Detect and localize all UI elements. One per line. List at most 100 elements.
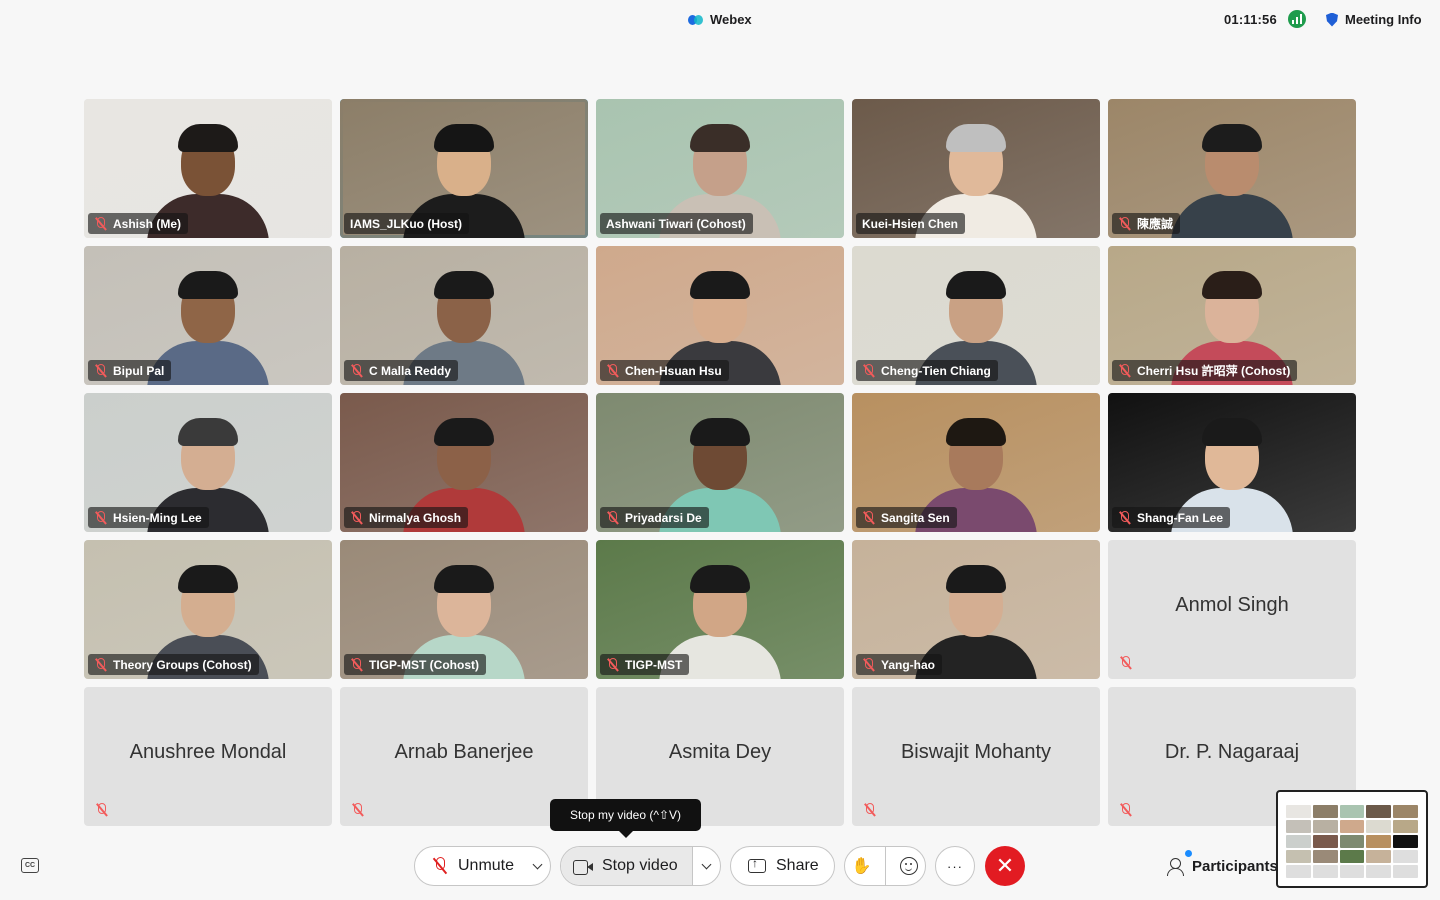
leave-meeting-button[interactable]: ✕ bbox=[985, 846, 1025, 886]
participant-name: TIGP-MST bbox=[625, 657, 683, 672]
mini-tile bbox=[1312, 835, 1338, 848]
participant-name-label: Yang-hao bbox=[856, 654, 943, 675]
participant-tile[interactable]: Chen-Hsuan Hsu bbox=[596, 246, 844, 385]
mic-off-icon bbox=[606, 510, 619, 525]
participant-name-label: IAMS_JLKuo (Host) bbox=[344, 213, 469, 234]
participant-name: Anmol Singh bbox=[1175, 594, 1289, 616]
participant-name: Biswajit Mohanty bbox=[900, 741, 1052, 763]
participant-name-label: Hsien-Ming Lee bbox=[88, 507, 209, 528]
share-screen-icon bbox=[748, 856, 766, 873]
mini-tile bbox=[1312, 865, 1338, 878]
participant-name: Sangita Sen bbox=[881, 510, 950, 525]
participant-name: Dr. P. Nagaraaj bbox=[1164, 741, 1300, 763]
mini-tile bbox=[1393, 865, 1418, 878]
participant-name-label: Theory Groups (Cohost) bbox=[88, 654, 259, 675]
mini-tile bbox=[1339, 865, 1365, 878]
mini-tile bbox=[1286, 850, 1311, 863]
mic-off-icon bbox=[94, 510, 107, 525]
video-options-dropdown[interactable] bbox=[693, 847, 720, 885]
participant-name: Cheng-Tien Chiang bbox=[881, 363, 991, 378]
participant-name: Anushree Mondal bbox=[129, 741, 287, 763]
participant-name-label: Priyadarsi De bbox=[600, 507, 709, 528]
participant-tile[interactable]: Sangita Sen bbox=[852, 393, 1100, 532]
closed-captions-icon[interactable]: CC bbox=[21, 858, 39, 873]
meeting-info-button[interactable]: Meeting Info bbox=[1326, 12, 1422, 27]
more-options-button[interactable]: ··· bbox=[935, 846, 975, 886]
participant-tile[interactable]: Yang-hao bbox=[852, 540, 1100, 679]
mini-tile bbox=[1393, 820, 1418, 833]
mini-tile bbox=[1366, 850, 1392, 863]
mini-tile bbox=[1339, 820, 1365, 833]
participant-tile[interactable]: Bipul Pal bbox=[84, 246, 332, 385]
participant-tile[interactable]: Nirmalya Ghosh bbox=[340, 393, 588, 532]
participant-tile[interactable]: 陳應誠 bbox=[1108, 99, 1356, 238]
close-icon: ✕ bbox=[995, 853, 1015, 878]
participant-tile[interactable]: Shang-Fan Lee bbox=[1108, 393, 1356, 532]
audio-options-dropdown[interactable] bbox=[524, 847, 550, 885]
participant-tile[interactable]: C Malla Reddy bbox=[340, 246, 588, 385]
participant-tile[interactable]: Anmol Singh bbox=[1108, 540, 1356, 679]
self-view-mini-grid bbox=[1286, 805, 1418, 878]
mini-tile bbox=[1339, 805, 1365, 818]
participant-name: Priyadarsi De bbox=[625, 510, 702, 525]
mic-off-icon bbox=[351, 803, 364, 817]
mic-off-icon bbox=[432, 857, 448, 875]
mic-off-icon bbox=[1118, 216, 1131, 231]
mic-off-icon bbox=[94, 363, 107, 378]
participant-tile[interactable]: Cherri Hsu 許昭萍 (Cohost) bbox=[1108, 246, 1356, 385]
stop-video-label: Stop video bbox=[602, 857, 678, 874]
share-button[interactable]: Share bbox=[730, 846, 835, 886]
raise-hand-icon[interactable]: ✋ bbox=[852, 856, 872, 876]
participant-name-label: Nirmalya Ghosh bbox=[344, 507, 469, 528]
participant-tile[interactable]: TIGP-MST bbox=[596, 540, 844, 679]
participant-name: Bipul Pal bbox=[113, 363, 165, 378]
reactions-icon[interactable] bbox=[900, 857, 919, 875]
mic-off-icon bbox=[94, 216, 107, 231]
stop-video-button[interactable]: Stop video bbox=[561, 847, 693, 885]
more-icon: ··· bbox=[947, 858, 963, 874]
participant-name: Cherri Hsu 許昭萍 (Cohost) bbox=[1137, 364, 1291, 378]
participant-name: Chen-Hsuan Hsu bbox=[625, 363, 722, 378]
participant-tile[interactable]: Ashish (Me) bbox=[84, 99, 332, 238]
participant-tile[interactable]: Theory Groups (Cohost) bbox=[84, 540, 332, 679]
mini-tile bbox=[1286, 835, 1311, 848]
participant-tile[interactable]: Kuei-Hsien Chen bbox=[852, 99, 1100, 238]
participant-tile[interactable]: TIGP-MST (Cohost) bbox=[340, 540, 588, 679]
chevron-down-icon bbox=[701, 859, 712, 869]
participant-name-label: Cherri Hsu 許昭萍 (Cohost) bbox=[1112, 360, 1298, 381]
unmute-button[interactable]: Unmute bbox=[415, 847, 524, 885]
stop-video-button-group: Stop video bbox=[560, 846, 721, 886]
participant-tile[interactable]: Ashwani Tiwari (Cohost) bbox=[596, 99, 844, 238]
participant-tile[interactable]: IAMS_JLKuo (Host) bbox=[340, 99, 588, 238]
participant-tile[interactable]: Priyadarsi De bbox=[596, 393, 844, 532]
mic-off-icon bbox=[606, 363, 619, 378]
mic-off-icon bbox=[862, 657, 875, 672]
participant-tile[interactable]: Cheng-Tien Chiang bbox=[852, 246, 1100, 385]
participants-label: Participants bbox=[1192, 857, 1278, 875]
participants-button[interactable]: Participants bbox=[1166, 852, 1278, 880]
mic-off-icon bbox=[94, 657, 107, 672]
participant-name-label: Ashish (Me) bbox=[88, 213, 189, 234]
mic-off-icon bbox=[862, 510, 875, 525]
participant-name-label: Kuei-Hsien Chen bbox=[856, 213, 966, 234]
mic-off-icon bbox=[95, 803, 108, 817]
participant-name: TIGP-MST (Cohost) bbox=[369, 657, 479, 672]
participant-tile[interactable]: Biswajit Mohanty bbox=[852, 687, 1100, 826]
participant-name: Asmita Dey bbox=[668, 741, 772, 763]
self-view-thumbnail[interactable] bbox=[1276, 790, 1428, 888]
title-bar: Webex 01:11:56 Meeting Info bbox=[0, 0, 1440, 38]
participant-tile[interactable]: Hsien-Ming Lee bbox=[84, 393, 332, 532]
unmute-label: Unmute bbox=[458, 857, 515, 874]
participant-name: Yang-hao bbox=[881, 657, 936, 672]
participant-name-label: Chen-Hsuan Hsu bbox=[600, 360, 729, 381]
chevron-down-icon bbox=[532, 859, 543, 869]
mic-off-icon bbox=[1119, 803, 1132, 817]
participant-name-label: Sangita Sen bbox=[856, 507, 957, 528]
reactions-button-group: ✋ bbox=[844, 846, 926, 886]
mini-tile bbox=[1366, 835, 1392, 848]
participant-tile[interactable]: Anushree Mondal bbox=[84, 687, 332, 826]
divider bbox=[885, 847, 887, 885]
participant-video-grid: Ashish (Me) IAMS_JLKuo (Host) Ashwani Tiwa… bbox=[84, 99, 1356, 826]
meeting-info-label: Meeting Info bbox=[1345, 12, 1422, 27]
network-health-icon[interactable] bbox=[1288, 10, 1306, 28]
